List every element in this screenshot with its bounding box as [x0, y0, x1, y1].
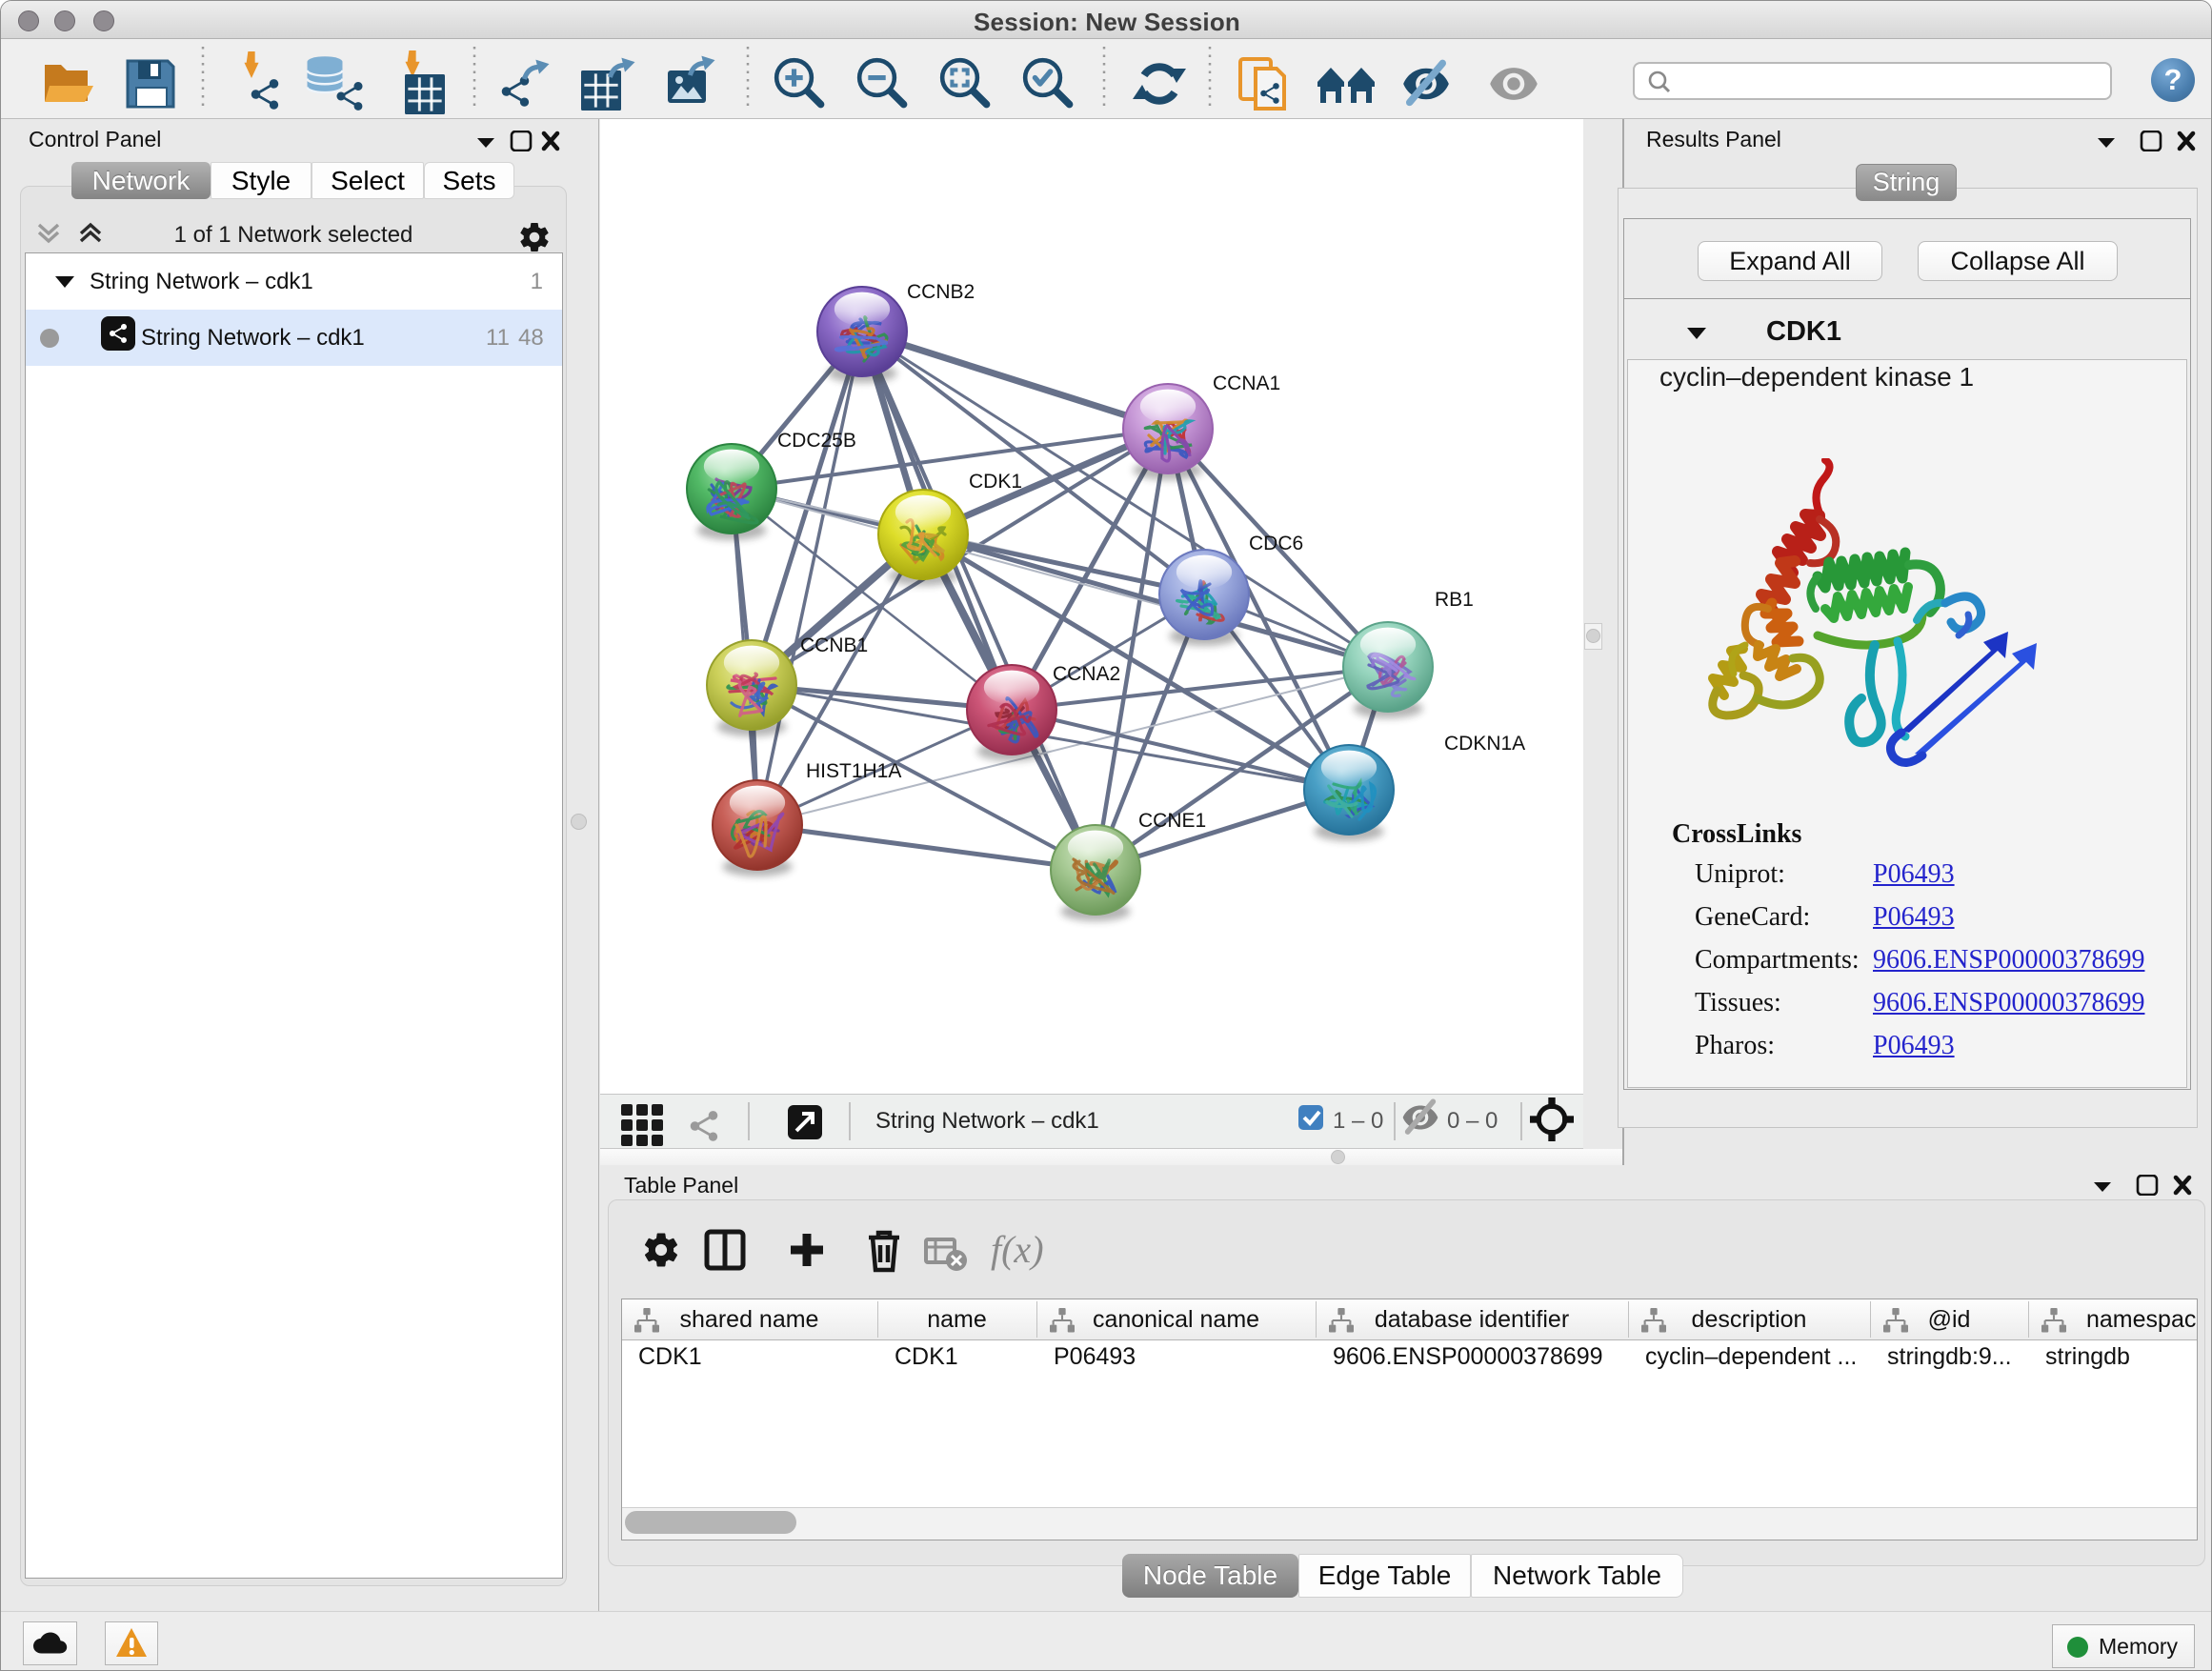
- svg-text:RB1: RB1: [1435, 589, 1474, 611]
- svg-text:String Network – cdk1: String Network – cdk1: [875, 1108, 1099, 1134]
- svg-text:CCNB2: CCNB2: [907, 281, 975, 303]
- svg-text:CCNE1: CCNE1: [1138, 810, 1206, 832]
- svg-text:HIST1H1A: HIST1H1A: [806, 760, 901, 782]
- svg-text:CDC6: CDC6: [1249, 533, 1303, 554]
- svg-text:CCNA1: CCNA1: [1213, 372, 1280, 394]
- svg-text:CDK1: CDK1: [969, 471, 1022, 493]
- svg-text:CCNB1: CCNB1: [800, 634, 868, 656]
- svg-text:1 – 0: 1 – 0: [1333, 1108, 1383, 1134]
- svg-text:CDKN1A: CDKN1A: [1444, 733, 1525, 755]
- svg-text:0 – 0: 0 – 0: [1447, 1108, 1498, 1134]
- svg-text:CDC25B: CDC25B: [777, 430, 856, 452]
- svg-text:f(x): f(x): [991, 1228, 1044, 1271]
- svg-text:CCNA2: CCNA2: [1053, 663, 1120, 685]
